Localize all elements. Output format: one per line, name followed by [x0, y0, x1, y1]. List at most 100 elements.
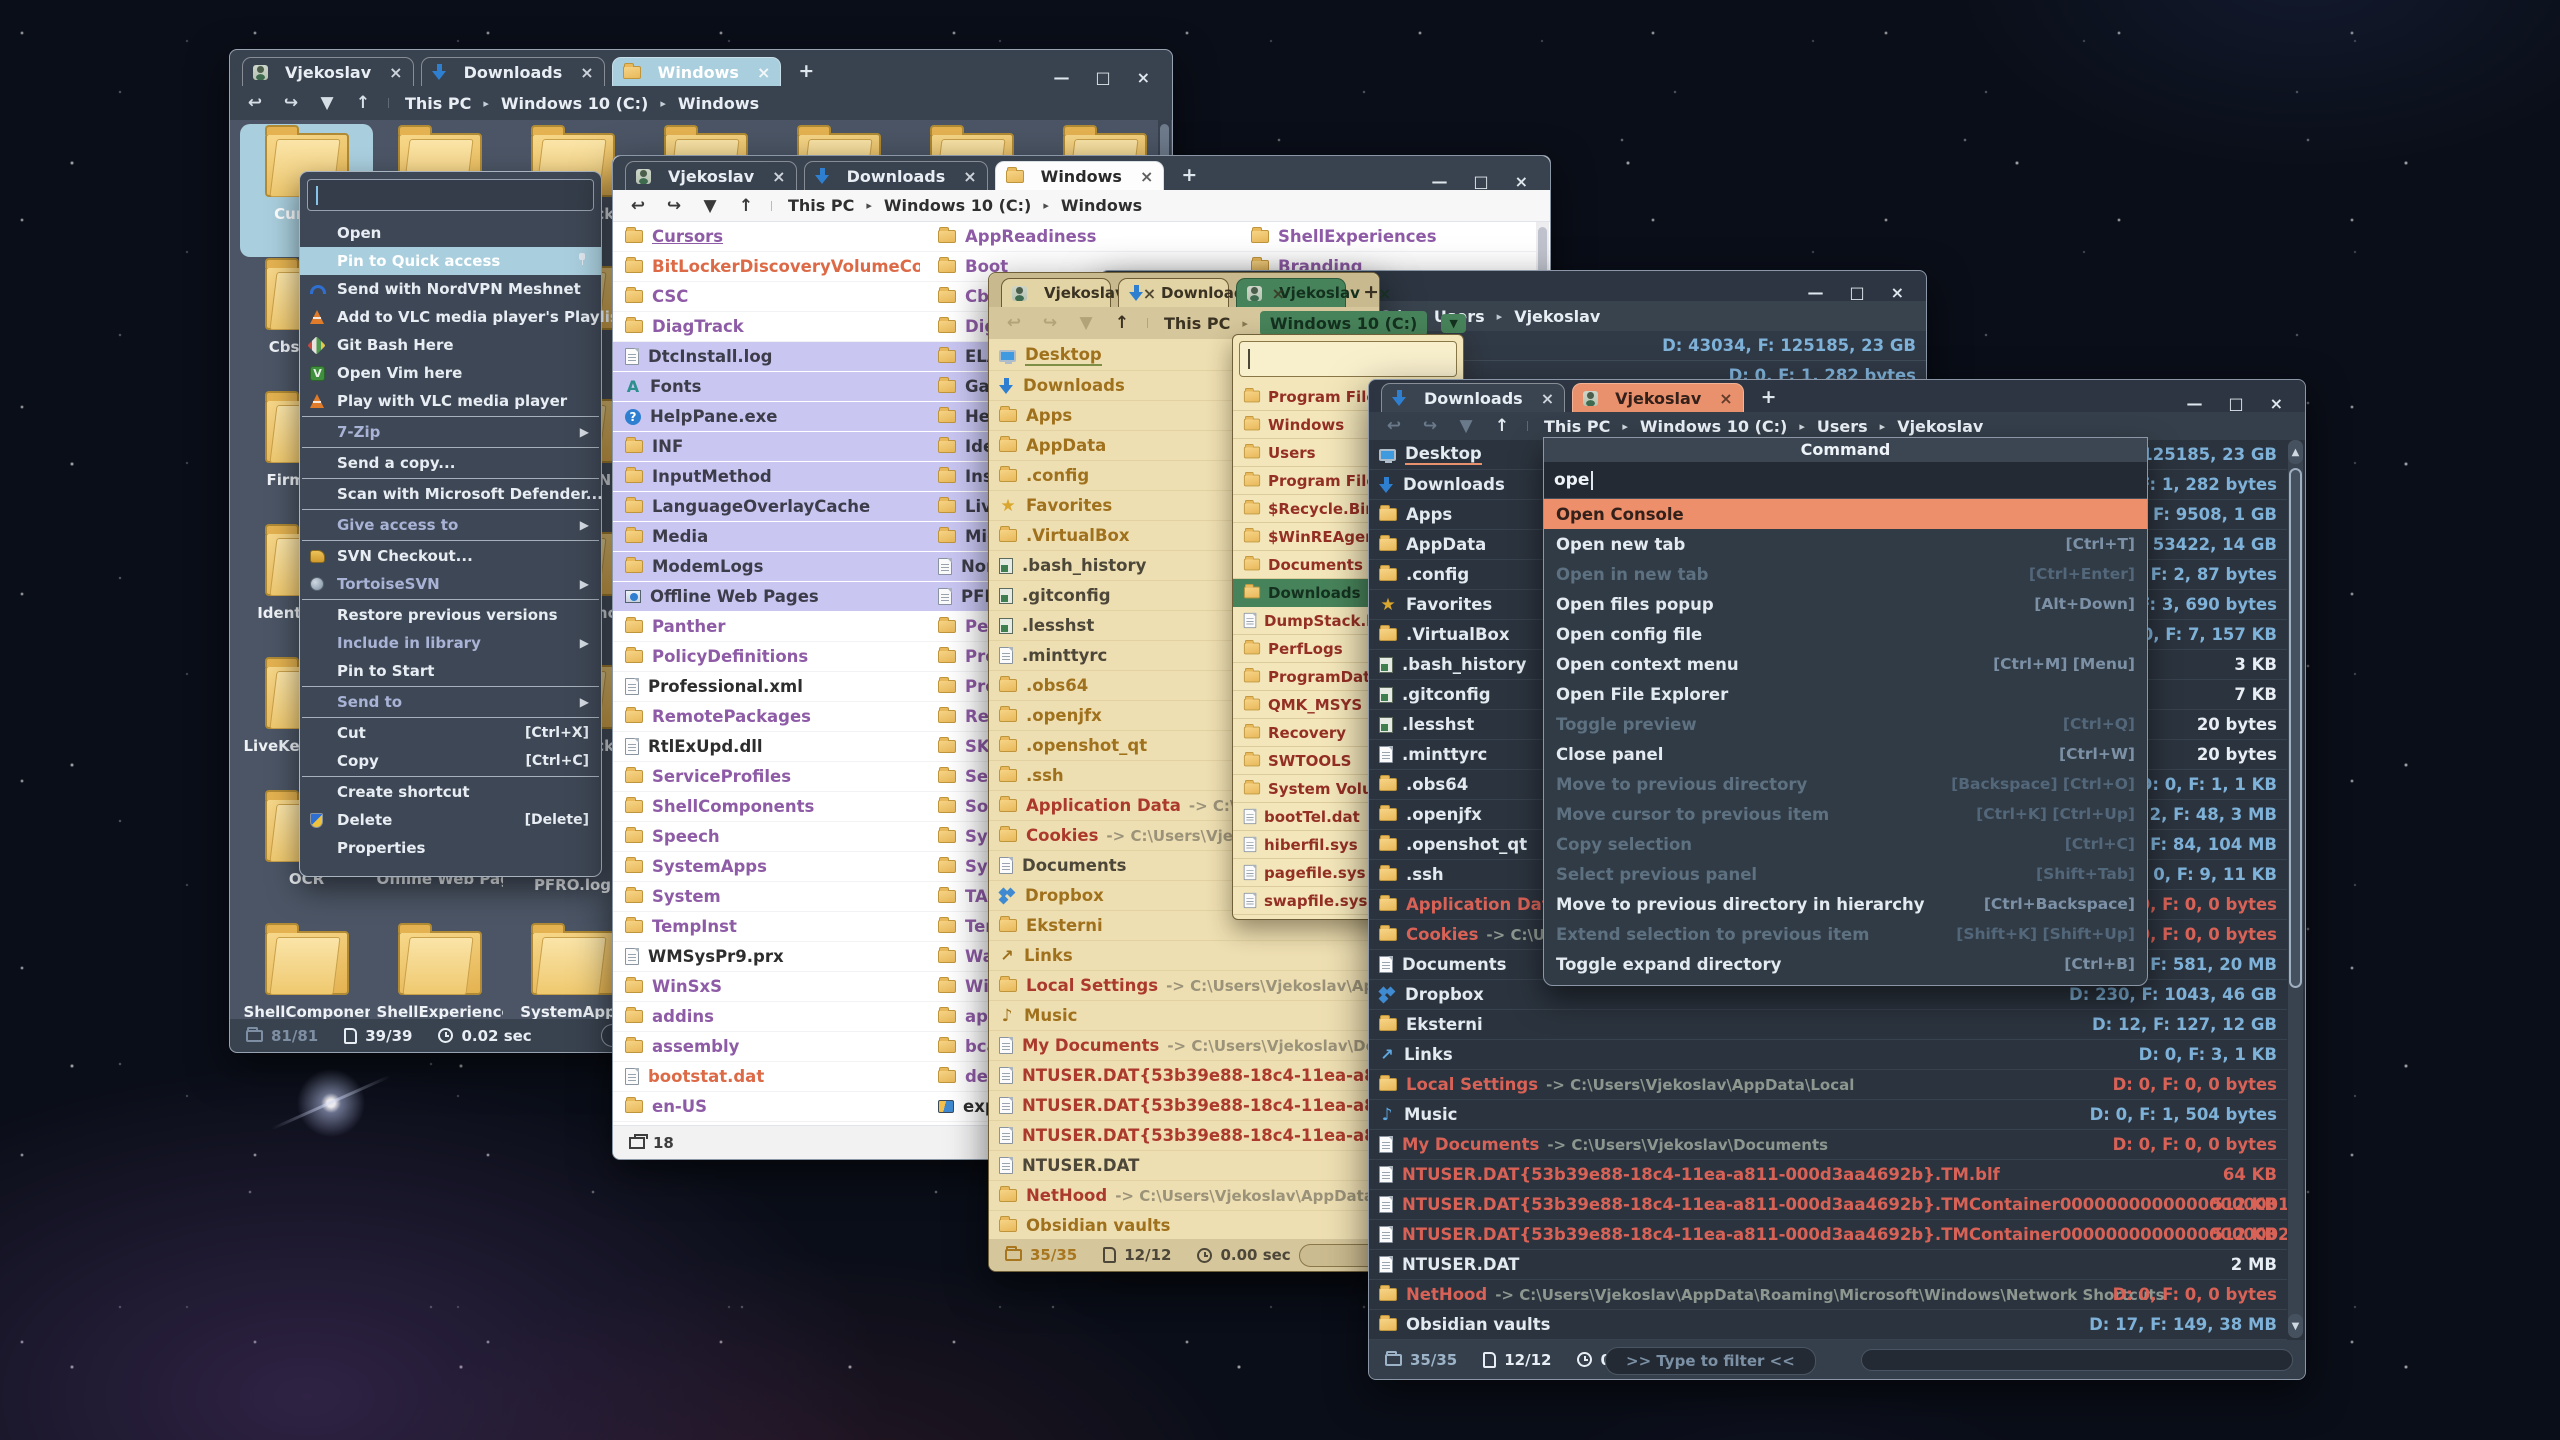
- history-button[interactable]: ▼: [1073, 313, 1099, 333]
- context-menu-item[interactable]: Restore previous versions: [300, 601, 601, 629]
- file-row[interactable]: My Documents -> C:\Users\Vjekoslav\Docum…: [989, 1031, 1379, 1061]
- context-menu-item[interactable]: Open: [300, 219, 601, 247]
- back-button[interactable]: ↩: [1381, 416, 1407, 436]
- close-button[interactable]: ×: [1137, 70, 1150, 86]
- forward-button[interactable]: ↪: [1417, 416, 1443, 436]
- minimize-button[interactable]: —: [2186, 396, 2202, 412]
- file-row[interactable]: assembly: [613, 1032, 926, 1062]
- new-tab-button[interactable]: +: [1761, 386, 1777, 408]
- close-button[interactable]: ×: [1891, 285, 1904, 301]
- file-row[interactable]: ↗Links: [989, 941, 1379, 971]
- file-row[interactable]: SystemApps: [613, 852, 926, 882]
- tab-downloads[interactable]: Downloads×: [1381, 383, 1565, 412]
- maximize-button[interactable]: □: [1095, 70, 1110, 86]
- file-row[interactable]: WinSxS: [613, 972, 926, 1002]
- breadcrumb-item[interactable]: Windows: [1061, 196, 1142, 215]
- maximize-button[interactable]: □: [2228, 396, 2243, 412]
- tab-downloads[interactable]: Downloads×: [804, 161, 988, 190]
- file-row[interactable]: en-US: [613, 1092, 926, 1122]
- file-row[interactable]: Local Settings -> C:\Users\Vjekoslav\App…: [1369, 1070, 2287, 1100]
- up-button[interactable]: ↑: [1489, 416, 1515, 436]
- history-button[interactable]: ▼: [314, 93, 340, 113]
- scrollbar-thumb[interactable]: [2289, 468, 2302, 988]
- tab-vjekoslav[interactable]: Vjekoslav×: [1572, 383, 1744, 412]
- close-button[interactable]: ×: [2270, 396, 2283, 412]
- context-menu-item[interactable]: Cut[Ctrl+X]: [300, 719, 601, 747]
- context-menu-item[interactable]: Delete[Delete]: [300, 806, 601, 834]
- minimize-button[interactable]: —: [1431, 174, 1447, 190]
- command-item[interactable]: Toggle preview[Ctrl+Q]: [1544, 709, 2147, 739]
- back-button[interactable]: ↩: [1001, 313, 1027, 333]
- tab-windows[interactable]: Windows×: [995, 161, 1165, 190]
- file-row[interactable]: NTUSER.DAT2 MB: [1369, 1250, 2287, 1280]
- file-row[interactable]: RtlExUpd.dll: [613, 732, 926, 762]
- dropdown-filter-input[interactable]: [1239, 341, 1457, 377]
- breadcrumb-item[interactable]: Users: [1817, 417, 1868, 436]
- breadcrumb-item[interactable]: Windows 10 (C:): [884, 196, 1031, 215]
- command-item[interactable]: Toggle expand directory[Ctrl+B]: [1544, 949, 2147, 979]
- close-button[interactable]: ×: [1515, 174, 1528, 190]
- command-item[interactable]: Open config file: [1544, 619, 2147, 649]
- file-row[interactable]: System: [613, 882, 926, 912]
- file-row[interactable]: bootstat.dat: [613, 1062, 926, 1092]
- breadcrumb-item[interactable]: Vjekoslav: [1514, 307, 1600, 326]
- file-row[interactable]: NetHood -> C:\Users\Vjekoslav\AppData\Ro…: [989, 1181, 1379, 1211]
- maximize-button[interactable]: □: [1473, 174, 1488, 190]
- breadcrumb-item[interactable]: Windows 10 (C:): [1260, 311, 1427, 336]
- breadcrumb-item[interactable]: This PC: [1164, 314, 1230, 333]
- file-row[interactable]: NTUSER.DAT{53b39e88-18c4-11ea-a811-000d3…: [1369, 1220, 2287, 1250]
- command-item[interactable]: Close panel[Ctrl+W]: [1544, 739, 2147, 769]
- file-row[interactable]: NTUSER.DAT{53b39e88-18c4-11ea-a811-000d3…: [989, 1121, 1379, 1151]
- file-row[interactable]: AppReadiness: [926, 222, 1239, 252]
- breadcrumb-dropdown-button[interactable]: ▼: [1441, 314, 1465, 333]
- new-tab-button[interactable]: +: [1181, 164, 1197, 186]
- command-item[interactable]: Open File Explorer: [1544, 679, 2147, 709]
- breadcrumb-item[interactable]: Vjekoslav: [1897, 417, 1983, 436]
- context-menu-item[interactable]: Include in library▶: [300, 629, 601, 657]
- close-tab-icon[interactable]: ×: [762, 167, 785, 186]
- up-button[interactable]: ↑: [733, 196, 759, 216]
- forward-button[interactable]: ↪: [1037, 313, 1063, 333]
- file-row[interactable]: NTUSER.DAT{53b39e88-18c4-11ea-a811-000d3…: [989, 1061, 1379, 1091]
- grid-item[interactable]: ShellComponents: [240, 922, 373, 1019]
- file-row[interactable]: DtcInstall.log: [613, 342, 926, 372]
- file-row[interactable]: ↗LinksD: 0, F: 3, 1 KB: [1369, 1040, 2287, 1070]
- close-tab-icon[interactable]: ×: [570, 63, 593, 82]
- command-item[interactable]: Open in new tab[Ctrl+Enter]: [1544, 559, 2147, 589]
- context-menu-item[interactable]: Properties: [300, 834, 601, 862]
- file-row[interactable]: INF: [613, 432, 926, 462]
- context-menu-item[interactable]: Scan with Microsoft Defender...: [300, 480, 601, 508]
- file-row[interactable]: ModemLogs: [613, 552, 926, 582]
- context-menu-item[interactable]: Git Bash Here: [300, 331, 601, 359]
- file-row[interactable]: ♪MusicD: 0, F: 1, 504 bytes: [1369, 1100, 2287, 1130]
- scroll-down-button[interactable]: ▼: [2288, 1314, 2303, 1338]
- minimize-button[interactable]: —: [1053, 70, 1069, 86]
- tab-vjekoslav[interactable]: Vjekoslav×: [1236, 278, 1346, 307]
- command-item[interactable]: Open new tab[Ctrl+T]: [1544, 529, 2147, 559]
- file-row[interactable]: NTUSER.DAT{53b39e88-18c4-11ea-a811-000d3…: [1369, 1190, 2287, 1220]
- command-item[interactable]: Extend selection to previous item[Shift+…: [1544, 919, 2147, 949]
- file-row[interactable]: BitLockerDiscoveryVolumeContents: [613, 252, 926, 282]
- file-row[interactable]: NTUSER.DAT{53b39e88-18c4-11ea-a811-000d3…: [1369, 1160, 2287, 1190]
- file-row[interactable]: EksterniD: 12, F: 127, 12 GB: [1369, 1010, 2287, 1040]
- close-tab-icon[interactable]: ×: [747, 63, 770, 82]
- command-item[interactable]: Move cursor to previous item[Ctrl+K] [Ct…: [1544, 799, 2147, 829]
- context-menu-search-input[interactable]: [307, 179, 594, 211]
- tab-vjekoslav[interactable]: Vjekoslav×: [1001, 278, 1111, 307]
- file-row[interactable]: Professional.xml: [613, 672, 926, 702]
- file-row[interactable]: AFonts: [613, 372, 926, 402]
- scroll-up-button[interactable]: ▲: [2288, 440, 2303, 464]
- grid-item[interactable]: ShellExperiences: [373, 922, 506, 1019]
- back-button[interactable]: ↩: [625, 196, 651, 216]
- context-menu-item[interactable]: 7-Zip▶: [300, 418, 601, 446]
- context-menu-item[interactable]: Give access to▶: [300, 511, 601, 539]
- breadcrumb-item[interactable]: This PC: [405, 94, 471, 113]
- file-row[interactable]: InputMethod: [613, 462, 926, 492]
- file-row[interactable]: addins: [613, 1002, 926, 1032]
- file-row[interactable]: TempInst: [613, 912, 926, 942]
- context-menu-item[interactable]: Play with VLC media player: [300, 387, 601, 415]
- tab-vjekoslav[interactable]: Vjekoslav×: [242, 57, 414, 86]
- close-tab-icon[interactable]: ×: [1130, 167, 1153, 186]
- maximize-button[interactable]: □: [1849, 285, 1864, 301]
- file-row[interactable]: Obsidian vaultsD: 17, F: 149, 38 MB: [1369, 1310, 2287, 1340]
